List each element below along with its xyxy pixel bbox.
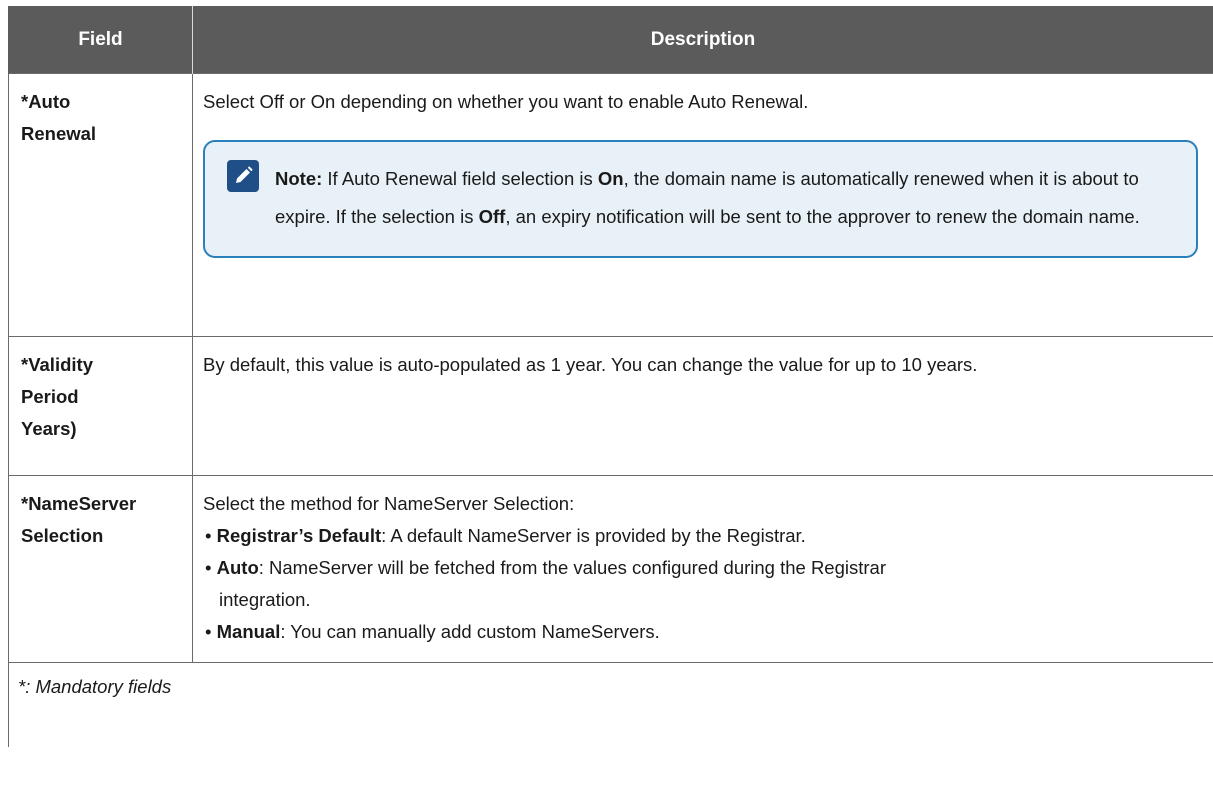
note-label: Note: xyxy=(275,168,323,189)
table-row: *NameServer Selection Select the method … xyxy=(8,475,1213,663)
bullet-continuation: integration. xyxy=(219,589,311,610)
note-bold-off: Off xyxy=(478,206,506,227)
footnote: *: Mandatory fields xyxy=(8,662,1213,747)
field-name-line: *Auto xyxy=(21,91,71,112)
description-text: By default, this value is auto-populated… xyxy=(203,354,978,375)
bullet-text: : A default NameServer is provided by th… xyxy=(381,525,806,546)
field-name-line: Renewal xyxy=(21,123,97,144)
table-footer-row: *: Mandatory fields xyxy=(8,662,1213,747)
bullet-marker: • xyxy=(205,557,217,578)
field-name-line: *NameServer xyxy=(21,493,137,514)
bullet-text: : You can manually add custom NameServer… xyxy=(280,621,660,642)
field-description-table: Field Description *Auto Renewal Select O… xyxy=(8,6,1213,747)
pencil-edit-icon xyxy=(227,160,259,192)
field-name-line: *Validity xyxy=(21,354,93,375)
header-field: Field xyxy=(8,6,193,74)
description-intro: Select the method for NameServer Selecti… xyxy=(203,493,575,514)
field-name-line: Years) xyxy=(21,418,77,439)
field-name-cell: *Auto Renewal xyxy=(8,73,193,337)
list-item: • Manual: You can manually add custom Na… xyxy=(203,616,1204,648)
header-description: Description xyxy=(192,6,1213,74)
field-name-line: Selection xyxy=(21,525,104,546)
table-row: *Auto Renewal Select Off or On depending… xyxy=(8,73,1213,337)
table-row: *Validity Period Years) By default, this… xyxy=(8,336,1213,476)
bullet-term: Manual xyxy=(216,621,281,642)
bullet-term: Registrar’s Default xyxy=(216,525,382,546)
list-item: • Auto: NameServer will be fetched from … xyxy=(203,552,1204,584)
bullet-term: Auto xyxy=(216,557,259,578)
bullet-text: : NameServer will be fetched from the va… xyxy=(258,557,886,578)
note-text-part: If Auto Renewal field selection is xyxy=(322,168,598,189)
bullet-marker: • xyxy=(205,525,217,546)
list-item: • Registrar’s Default: A default NameSer… xyxy=(203,520,1204,552)
table-header-row: Field Description xyxy=(8,6,1213,74)
note-text: Note: If Auto Renewal field selection is… xyxy=(275,160,1174,236)
field-name-cell: *Validity Period Years) xyxy=(8,336,193,476)
note-bold-on: On xyxy=(597,168,624,189)
field-name-line: Period xyxy=(21,386,79,407)
description-cell: By default, this value is auto-populated… xyxy=(192,336,1213,476)
bullet-marker: • xyxy=(205,621,217,642)
field-name-cell: *NameServer Selection xyxy=(8,475,193,663)
note-callout: Note: If Auto Renewal field selection is… xyxy=(203,140,1198,258)
description-text: Select Off or On depending on whether yo… xyxy=(203,91,809,112)
note-text-part: , an expiry notification will be sent to… xyxy=(505,206,1140,227)
description-cell: Select the method for NameServer Selecti… xyxy=(192,475,1213,663)
description-cell: Select Off or On depending on whether yo… xyxy=(192,73,1213,337)
